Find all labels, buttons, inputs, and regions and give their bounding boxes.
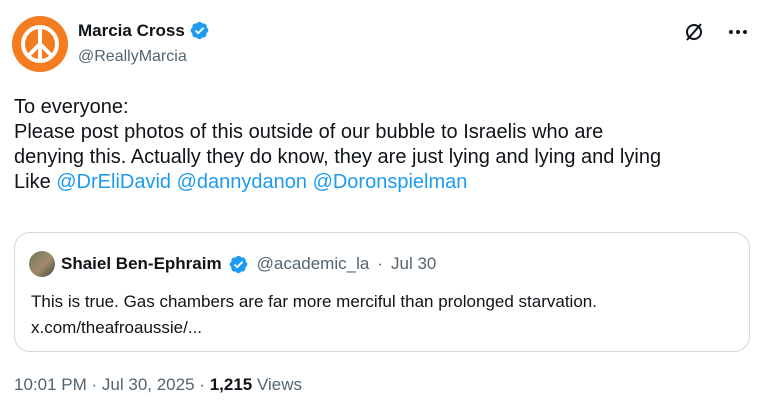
quoted-tweet[interactable]: Shaiel Ben-Ephraim @academic_la · Jul 30…	[14, 232, 750, 352]
author-name-row: Marcia Cross	[78, 20, 210, 41]
author-avatar[interactable]	[12, 16, 68, 72]
tweet-time[interactable]: 10:01 PM	[14, 375, 87, 394]
footer-separator: ·	[91, 375, 98, 394]
mention-link[interactable]: @DrEliDavid	[56, 171, 171, 193]
grok-button[interactable]	[682, 20, 706, 44]
verified-badge-icon	[229, 255, 248, 273]
tweet-date[interactable]: Jul 30, 2025	[102, 375, 195, 394]
author-display-name[interactable]: Marcia Cross	[78, 21, 185, 41]
verified-badge-icon	[190, 21, 209, 40]
views-count: 1,215	[209, 375, 253, 394]
author-handle[interactable]: @ReallyMarcia	[78, 48, 187, 66]
tweet-footer: 10:01 PM · Jul 30, 2025 · 1,215 Views	[14, 375, 302, 395]
tweet-line: Please post photos of this outside of ou…	[14, 121, 604, 143]
footer-separator: ·	[199, 375, 205, 394]
quoted-author-handle[interactable]: @academic_la	[257, 254, 370, 274]
peace-sign-icon	[21, 25, 59, 63]
grok-icon	[686, 23, 702, 41]
tweet-line: To everyone:	[14, 96, 129, 118]
quoted-tweet-text: This is true. Gas chambers are far more …	[31, 289, 741, 341]
tweet-top-actions	[682, 20, 750, 44]
quoted-line: This is true. Gas chambers are far more …	[31, 292, 597, 311]
tweet-text: To everyone: Please post photos of this …	[14, 95, 759, 195]
more-options-icon	[729, 30, 747, 34]
views-label: Views	[256, 375, 303, 394]
tweet-line-prefix: Like	[14, 171, 57, 193]
quoted-author-name[interactable]: Shaiel Ben-Ephraim	[61, 254, 222, 274]
quoted-date[interactable]: Jul 30	[391, 254, 436, 274]
quoted-separator: ·	[377, 254, 383, 273]
tweet-line-mentions: Like @DrEliDavid @dannydanon @Doronspiel…	[14, 170, 759, 195]
quoted-link[interactable]: x.com/theafroaussie/...	[31, 315, 741, 341]
quoted-tweet-header: Shaiel Ben-Ephraim @academic_la · Jul 30	[29, 251, 436, 277]
quoted-author-avatar[interactable]	[29, 251, 55, 277]
more-options-button[interactable]	[726, 20, 750, 44]
mention-link[interactable]: @dannydanon	[177, 171, 307, 193]
mention-link[interactable]: @Doronspielman	[313, 171, 468, 193]
tweet-line: denying this. Actually they do know, the…	[14, 146, 662, 168]
